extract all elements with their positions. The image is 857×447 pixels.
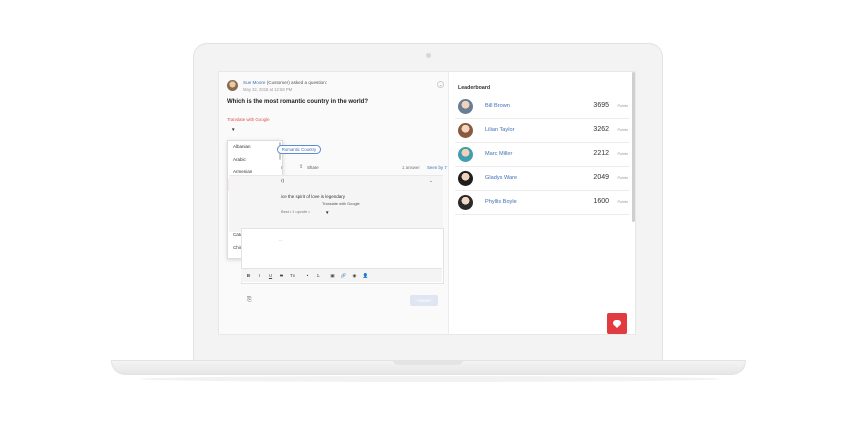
avatar[interactable]	[458, 171, 473, 186]
caret-down-icon[interactable]: ▼	[325, 210, 329, 215]
asker-line: Sue Moore (Customer) asked a question:	[243, 80, 327, 85]
leaderboard-row[interactable]: Lilian Taylor 3262 Points	[455, 119, 629, 143]
leaderboard-points: 3262	[593, 126, 609, 133]
page-scrollbar[interactable]	[632, 72, 635, 222]
link-icon[interactable]: 🔗	[340, 272, 347, 279]
avatar[interactable]	[227, 80, 238, 91]
embed-icon[interactable]: ◉	[351, 272, 358, 279]
question-menu-chevron-icon[interactable]: ⌄	[437, 81, 444, 88]
seen-by-link[interactable]: Seen by 7	[427, 165, 447, 170]
avatar[interactable]	[458, 195, 473, 210]
chevron-down-icon[interactable]: ⌄	[429, 178, 433, 184]
points-label: Points	[617, 128, 628, 132]
attachment-icon[interactable]: ⎘	[247, 297, 252, 304]
leaderboard-points: 2212	[593, 150, 609, 157]
page-title: Which is the most romantic country in th…	[227, 99, 369, 105]
language-option[interactable]: Arabic	[228, 154, 278, 166]
asker-name[interactable]: Sue Moore	[243, 80, 265, 85]
answer-text: ice the spirit of love is legendary	[281, 194, 346, 199]
leaderboard-name[interactable]: Lilian Taylor	[485, 127, 514, 133]
action-label-partial[interactable]: r	[281, 165, 282, 170]
avatar[interactable]	[458, 99, 473, 114]
answer-translate-link[interactable]: Translate with Google	[322, 201, 360, 206]
leaderboard-name[interactable]: Phyllis Boyle	[485, 199, 517, 205]
leaderboard-title: Leaderboard	[458, 85, 491, 91]
answer-count: 1 answer	[402, 165, 420, 170]
image-icon[interactable]: ▣	[329, 272, 336, 279]
mention-icon[interactable]: 👤	[362, 272, 369, 279]
answer-meta: Best • 1 upvote •	[281, 209, 310, 214]
leaderboard-points: 1600	[593, 198, 609, 205]
translate-link[interactable]: Translate with Google	[227, 117, 270, 122]
leaderboard-name[interactable]: Gladys Ware	[485, 175, 517, 181]
question-panel: Sue Moore (Customer) asked a question: M…	[219, 72, 449, 334]
language-option[interactable]: Albanian	[228, 141, 278, 153]
topic-tag[interactable]: Romantic Country	[277, 145, 321, 154]
app-screen: Sue Moore (Customer) asked a question: M…	[218, 71, 636, 335]
points-label: Points	[617, 152, 628, 156]
bold-icon[interactable]: B	[245, 272, 252, 279]
share-icon[interactable]: ⇪	[299, 164, 303, 170]
question-date: May 22, 2018 at 12:58 PM	[243, 87, 293, 92]
leaderboard-row[interactable]: Marc Miller 2212 Points	[455, 143, 629, 167]
avatar[interactable]	[458, 147, 473, 162]
points-label: Points	[617, 200, 628, 204]
strikethrough-icon[interactable]: S	[278, 272, 285, 279]
laptop-notch	[393, 360, 463, 365]
bullet-list-icon[interactable]: •	[304, 272, 311, 279]
numbered-list-icon[interactable]: 1.	[315, 272, 322, 279]
leaderboard-name[interactable]: Bill Brown	[485, 103, 510, 109]
chat-button[interactable]	[607, 313, 627, 334]
clear-format-icon[interactable]: Tx	[289, 272, 296, 279]
leaderboard-name[interactable]: Marc Miller	[485, 151, 512, 157]
leaderboard-row[interactable]: Bill Brown 3695 Points	[455, 95, 629, 119]
chat-bubble-icon	[613, 320, 621, 328]
answer-button[interactable]: Answer	[410, 295, 438, 306]
answer-author: r)	[281, 178, 284, 183]
leaderboard-row[interactable]: Gladys Ware 2049 Points	[455, 167, 629, 191]
editor-placeholder: ...	[279, 237, 283, 242]
caret-down-icon[interactable]: ▼	[231, 127, 235, 132]
share-button[interactable]: Share	[307, 165, 319, 170]
points-label: Points	[617, 176, 628, 180]
leaderboard-points: 3695	[593, 102, 609, 109]
laptop-shadow	[140, 376, 720, 382]
editor-toolbar: B I U S Tx • 1. ▣ 🔗 ◉ 👤	[241, 268, 442, 282]
leaderboard-points: 2049	[593, 174, 609, 181]
points-label: Points	[617, 104, 628, 108]
underline-icon[interactable]: U	[267, 272, 274, 279]
leaderboard-row[interactable]: Phyllis Boyle 1600 Points	[455, 191, 629, 215]
camera-icon	[426, 53, 431, 58]
italic-icon[interactable]: I	[256, 272, 263, 279]
asker-role: (Customer) asked a question:	[266, 80, 328, 85]
avatar[interactable]	[458, 123, 473, 138]
